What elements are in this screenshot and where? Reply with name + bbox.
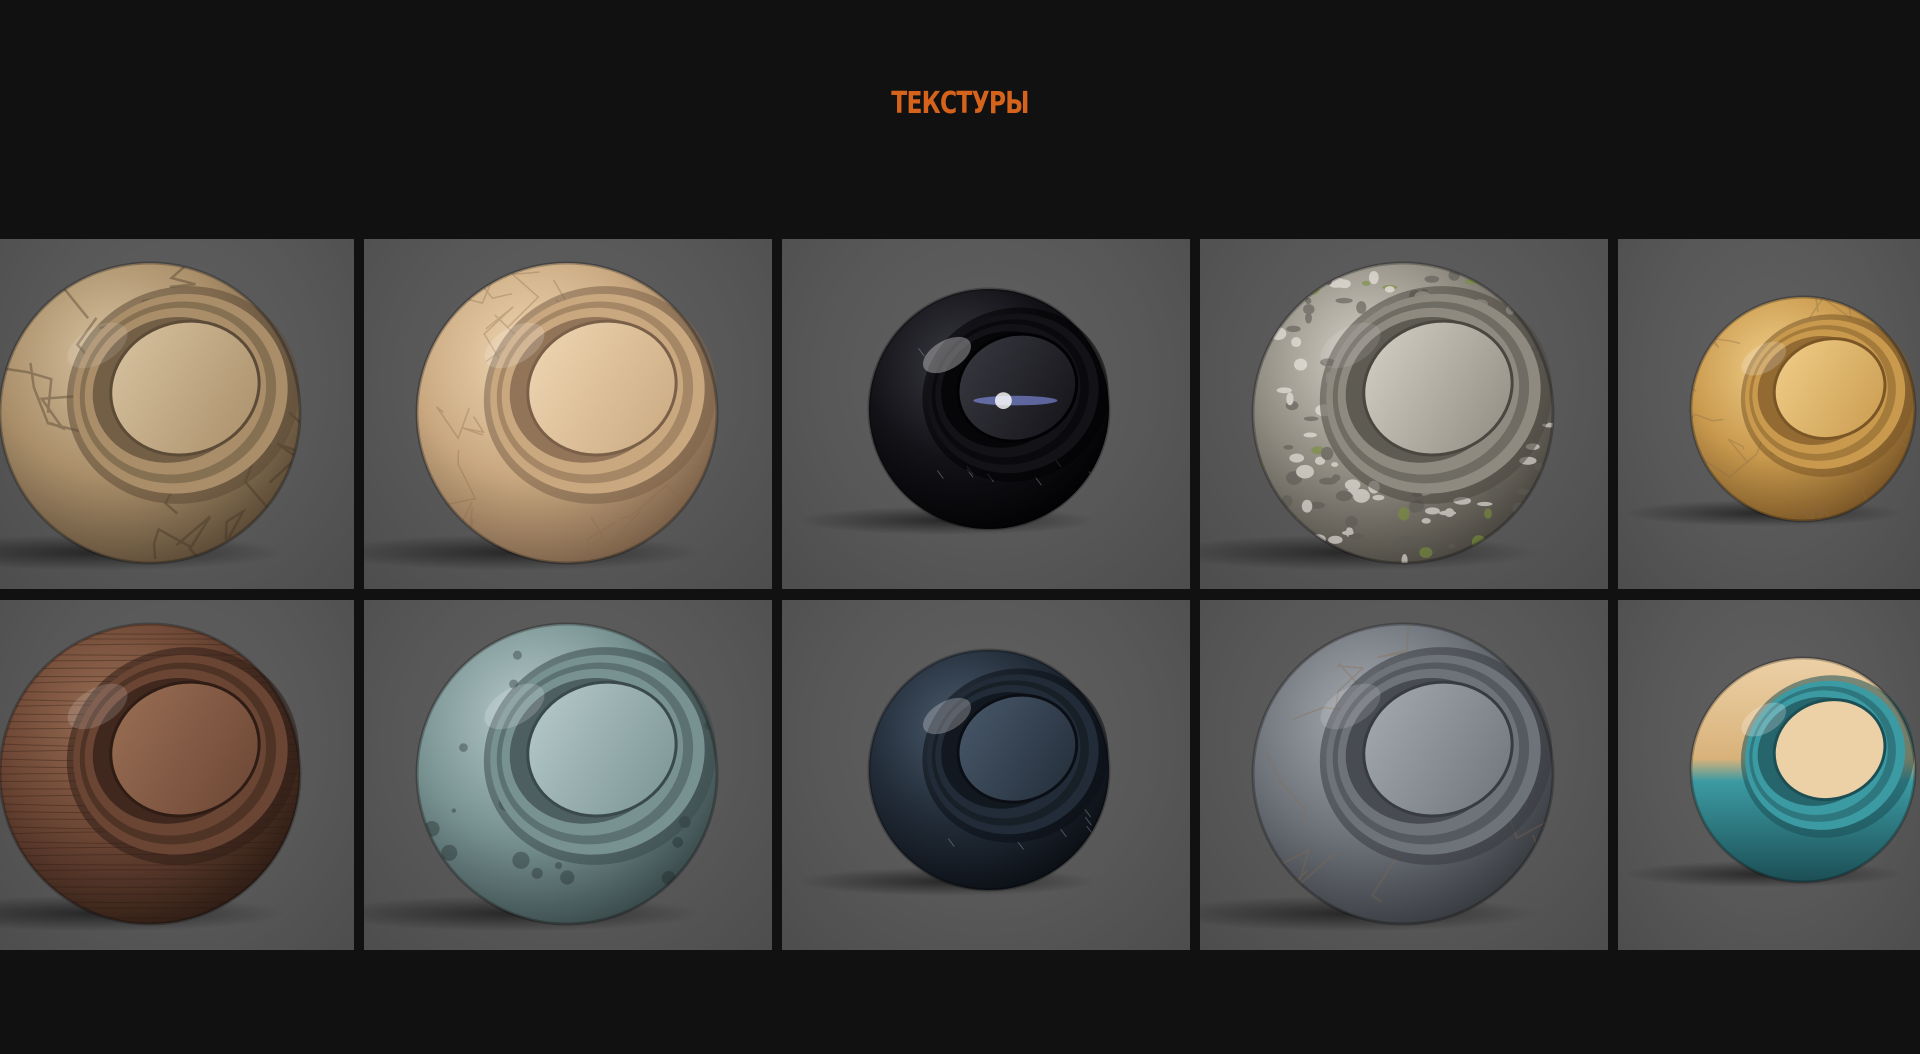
texture-tile-gold-ochre[interactable] bbox=[1618, 239, 1920, 589]
page-title: ТЕКСТУРЫ bbox=[891, 86, 1029, 121]
texture-tile-dark-navy-metal[interactable] bbox=[782, 600, 1190, 950]
texture-tile-gold-turquoise-ceramic[interactable] bbox=[1618, 600, 1920, 950]
texture-tile-worn-teal-metal[interactable] bbox=[364, 600, 772, 950]
texture-tile-black-glossy-plastic[interactable] bbox=[782, 239, 1190, 589]
texture-gallery bbox=[0, 239, 1920, 951]
texture-tile-cracked-sandstone[interactable] bbox=[0, 239, 354, 589]
texture-tile-beige-marble[interactable] bbox=[364, 239, 772, 589]
textures-page: ТЕКСТУРЫ bbox=[0, 0, 1920, 1054]
texture-tile-grey-slate[interactable] bbox=[1200, 600, 1608, 950]
texture-tile-dark-wood[interactable] bbox=[0, 600, 354, 950]
texture-tile-mossy-gravel[interactable] bbox=[1200, 239, 1608, 589]
